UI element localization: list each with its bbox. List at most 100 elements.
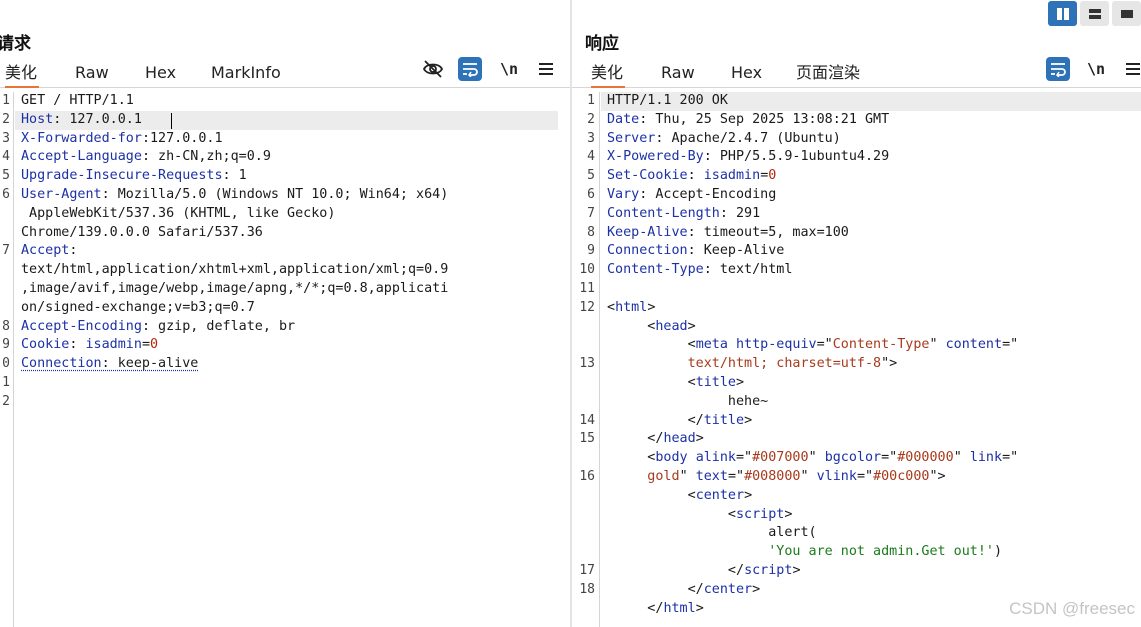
line-number xyxy=(572,336,595,355)
line-number: 3 xyxy=(587,130,595,146)
tab-pretty[interactable]: 美化 xyxy=(5,60,39,88)
request-editor[interactable]: 1 2 3 4 5 6 7 8 9 0 1 2 GET / HTTP/1.1 Host: 127.0.0… xyxy=(0,92,570,627)
line-number: 1 xyxy=(587,93,595,108)
code-token: isadmin xyxy=(85,337,142,353)
code-token: http-equiv xyxy=(736,337,817,353)
code-token: Server xyxy=(607,130,656,146)
code-token: Content-Length xyxy=(607,205,720,221)
code-token: X-Powered-By xyxy=(607,149,704,165)
response-editor[interactable]: 1 2 3 4 5 6 7 8 9 10 11 12 13 14 15 16 17 18 HTTP/1.1 200… xyxy=(572,92,1141,627)
wrap-icon[interactable] xyxy=(1046,57,1070,81)
line-number-gutter: 1 2 3 4 5 6 7 8 9 0 1 2 xyxy=(0,92,14,627)
code-token: =" xyxy=(1002,450,1019,466)
code-line: </script> xyxy=(607,562,801,581)
line-number: 3 xyxy=(2,130,10,146)
code-token: head xyxy=(655,318,688,334)
code-token: > xyxy=(752,581,761,597)
menu-icon[interactable] xyxy=(534,57,558,81)
code-line: Host: 127.0.0.1 xyxy=(21,111,142,130)
code-line: </center> xyxy=(607,581,761,600)
line-number xyxy=(0,205,10,224)
code-token: alert( xyxy=(607,525,817,541)
code-token: =" xyxy=(727,469,745,484)
code-line: GET / HTTP/1.1 xyxy=(21,92,134,111)
code-token: 0 xyxy=(150,337,159,353)
code-token: : xyxy=(69,337,86,353)
code-line: <title> xyxy=(607,374,744,393)
layout-toggle xyxy=(1048,1,1141,27)
code-token: : gzip, deflate, br xyxy=(141,318,296,334)
line-number xyxy=(0,261,10,280)
code-token: body xyxy=(655,450,688,466)
line-number xyxy=(572,543,595,562)
code-token: text xyxy=(695,469,728,484)
line-number xyxy=(572,318,595,337)
line-number: 14 xyxy=(579,412,595,428)
request-tabs: 美化 Raw Hex MarkInfo \n xyxy=(0,57,570,88)
code-token: > xyxy=(744,412,753,428)
line-number: 9 xyxy=(2,337,10,353)
code-line: </title> xyxy=(607,412,753,431)
code-line: Accept-Language: zh-CN,zh;q=0.9 xyxy=(21,148,271,167)
line-number: 2 xyxy=(2,393,10,409)
code-token: bgcolor xyxy=(824,450,882,466)
code-token: =" xyxy=(736,450,753,466)
code-token: "> xyxy=(881,356,898,372)
menu-icon[interactable] xyxy=(1121,57,1141,81)
tab-raw[interactable]: Raw xyxy=(75,60,109,88)
code-token: : 291 xyxy=(719,205,761,221)
code-token: ,image/avif,image/webp,image/apng,*/*;q=… xyxy=(21,281,449,296)
code-token: =" xyxy=(881,450,898,466)
code-token: > xyxy=(736,375,745,390)
newline-toggle[interactable]: \n xyxy=(1084,57,1108,81)
tab-hex[interactable]: Hex xyxy=(145,60,176,88)
eye-off-icon[interactable] xyxy=(421,57,445,81)
code-token: script xyxy=(736,506,785,522)
code-token: " xyxy=(929,337,946,353)
line-number: 16 xyxy=(579,469,595,484)
code-token: center xyxy=(703,581,753,597)
code-line: <center> xyxy=(607,487,753,506)
code-token: : 1 xyxy=(222,168,247,184)
code-line: on/signed-exchange;v=b3;q=0.7 xyxy=(21,299,255,318)
split-columns-icon[interactable] xyxy=(1048,1,1077,26)
single-pane-icon[interactable] xyxy=(1112,1,1141,26)
tab-raw[interactable]: Raw xyxy=(661,60,695,88)
line-number xyxy=(0,299,10,318)
code-token: </ xyxy=(607,563,745,578)
response-tabs: 美化 Raw Hex 页面渲染 \n xyxy=(572,57,1141,88)
tab-pretty[interactable]: 美化 xyxy=(591,60,625,88)
line-number xyxy=(572,487,595,506)
code-token: > xyxy=(792,563,801,578)
code-line: Content-Length: 291 xyxy=(607,205,760,224)
code-token: : xyxy=(687,168,704,184)
code-token: title xyxy=(695,375,736,390)
code-token: : Keep-Alive xyxy=(687,243,785,259)
line-number: 6 xyxy=(587,187,595,202)
code-token: ) xyxy=(993,544,1003,560)
code-token: "> xyxy=(929,469,946,484)
line-number: 4 xyxy=(2,149,10,165)
code-line: HTTP/1.1 200 OK xyxy=(607,92,728,111)
code-line: </html> xyxy=(607,600,703,619)
code-token: link xyxy=(969,450,1003,466)
code-token: head xyxy=(663,431,696,447)
line-number: 7 xyxy=(2,243,10,259)
code-line: Keep-Alive: timeout=5, max=100 xyxy=(607,224,849,243)
code-token: </ xyxy=(607,600,664,616)
line-number: 5 xyxy=(2,168,10,184)
code-token: 0 xyxy=(768,168,777,184)
code-token: Upgrade-Insecure-Requests xyxy=(21,168,223,184)
code-token: text/html,application/xhtml+xml,applicat… xyxy=(21,262,449,278)
code-token: " xyxy=(953,450,970,466)
tab-markinfo[interactable]: MarkInfo xyxy=(211,60,281,88)
tab-hex[interactable]: Hex xyxy=(731,60,762,88)
tab-render[interactable]: 页面渲染 xyxy=(796,60,860,88)
line-number: 4 xyxy=(587,149,595,165)
split-rows-icon[interactable] xyxy=(1080,1,1109,26)
newline-toggle[interactable]: \n xyxy=(497,57,521,81)
request-title: 请求 xyxy=(0,34,31,54)
code-token: < xyxy=(607,487,696,503)
wrap-icon[interactable] xyxy=(458,57,482,81)
line-number xyxy=(0,280,10,299)
